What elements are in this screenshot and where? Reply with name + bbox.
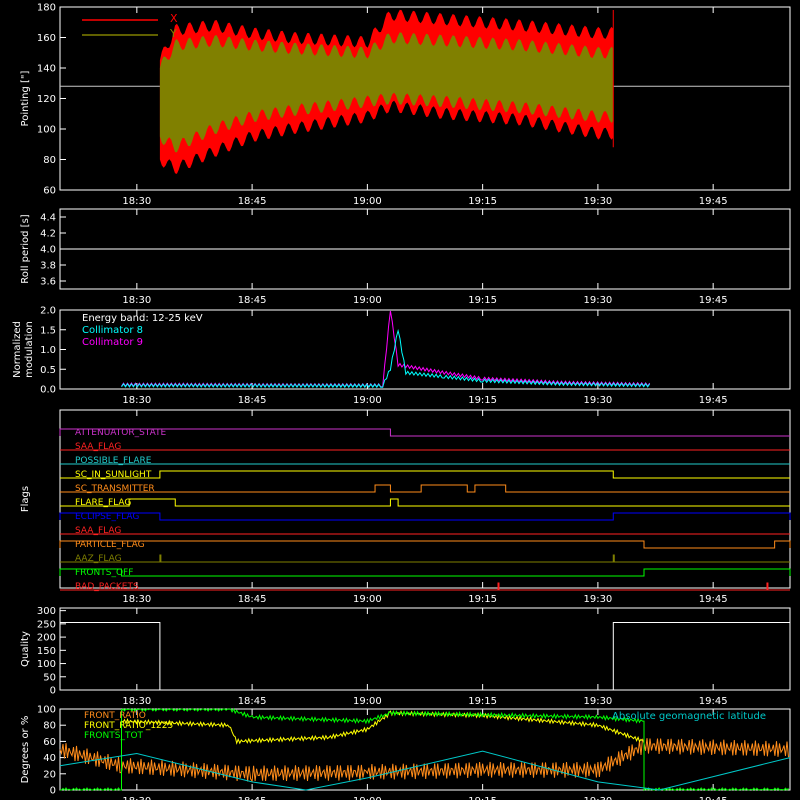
x-tick-label: 19:00 bbox=[353, 594, 382, 605]
x-tick-label: 19:00 bbox=[353, 196, 382, 207]
y-tick-label: 1.5 bbox=[40, 325, 56, 336]
front-ratio-line bbox=[59, 738, 789, 783]
flag-trace bbox=[59, 428, 790, 437]
y-tick-label: 60 bbox=[43, 737, 56, 748]
x-tick-label: 19:15 bbox=[468, 196, 497, 207]
rhessi-summary-chart: 18:30 18:45 19:00 19:15 19:30 19:45 60 80 100 120… bbox=[0, 0, 800, 800]
y-axis-label: Quality bbox=[20, 631, 31, 667]
y-axis-label: Pointing ["] bbox=[20, 70, 31, 126]
y-tick-label: 100 bbox=[37, 125, 56, 136]
y-tick-label: 180 bbox=[37, 3, 56, 14]
x-tick-label: 19:30 bbox=[583, 594, 612, 605]
flag-trace bbox=[59, 512, 791, 521]
legend-latitude: Absolute geomagnetic latitude bbox=[612, 711, 766, 722]
x-tick-label: 19:30 bbox=[583, 395, 612, 406]
x-tick-label: 18:45 bbox=[238, 796, 267, 800]
flag-trace bbox=[60, 498, 790, 507]
x-tick-label: 19:15 bbox=[468, 696, 497, 707]
y-axis-label: modulation bbox=[24, 321, 35, 378]
y-tick-label: 140 bbox=[37, 64, 56, 75]
x-tick-label: 18:45 bbox=[238, 594, 267, 605]
y-tick-label: 4.4 bbox=[40, 213, 56, 224]
y-tick-label: 3.6 bbox=[40, 277, 56, 288]
x-tick-label: 19:45 bbox=[699, 395, 728, 406]
y-tick-label: 100 bbox=[37, 705, 56, 716]
x-tick-label: 19:00 bbox=[353, 395, 382, 406]
legend-collimator-8: Collimator 8 bbox=[82, 325, 143, 336]
y-tick-label: 80 bbox=[43, 721, 56, 732]
y-tick-label: 3.8 bbox=[40, 261, 56, 272]
x-tick-label: 19:30 bbox=[583, 696, 612, 707]
y-tick-label: 0.5 bbox=[40, 365, 56, 376]
y-tick-label: 60 bbox=[43, 186, 56, 197]
y-tick-label: 4.2 bbox=[40, 229, 56, 240]
y-axis-label: Flags bbox=[20, 486, 31, 512]
x-tick-label: 19:15 bbox=[468, 594, 497, 605]
x-tick-label: 19:45 bbox=[699, 696, 728, 707]
y-tick-label: 20 bbox=[43, 769, 56, 780]
x-tick-label: 18:45 bbox=[238, 696, 267, 707]
x-tick-label: 19:45 bbox=[699, 594, 728, 605]
x-tick-label: 19:00 bbox=[353, 295, 382, 306]
x-tick-label: 19:15 bbox=[468, 395, 497, 406]
chart-canvas: 18:30 18:45 19:00 19:15 19:30 19:45 60 80 100 120… bbox=[12, 3, 791, 800]
legend-x-label: X bbox=[170, 12, 178, 25]
y-tick-label: 0 bbox=[50, 686, 56, 697]
y-tick-label: 4.0 bbox=[40, 245, 56, 256]
y-tick-label: 120 bbox=[37, 94, 56, 105]
x-tick-label: 18:30 bbox=[122, 594, 151, 605]
legend-fronts-tot: FRONTS_TOT bbox=[84, 731, 144, 741]
flag-trace bbox=[60, 554, 790, 563]
y-tick-label: 0.0 bbox=[40, 385, 56, 396]
x-tick-label: 19:45 bbox=[699, 295, 728, 306]
flag-trace bbox=[60, 470, 790, 479]
legend-y-label: Y bbox=[169, 27, 177, 40]
x-tick-label: 18:30 bbox=[122, 395, 151, 406]
x-tick-label: 18:30 bbox=[122, 696, 151, 707]
quality-line bbox=[60, 622, 790, 691]
y-tick-label: 1.0 bbox=[40, 345, 56, 356]
x-tick-label: 19:30 bbox=[583, 196, 612, 207]
x-tick-label: 19:45 bbox=[699, 796, 728, 800]
y-tick-label: 150 bbox=[37, 646, 56, 657]
x-tick-label: 18:45 bbox=[238, 395, 267, 406]
x-tick-label: 18:30 bbox=[122, 295, 151, 306]
legend-collimator-9: Collimator 9 bbox=[82, 337, 143, 348]
x-tick-label: 19:00 bbox=[353, 696, 382, 707]
y-axis-label: Roll period [s] bbox=[20, 214, 31, 283]
x-tick-label: 19:15 bbox=[468, 796, 497, 800]
y-axis-label: Normalized bbox=[12, 321, 23, 378]
legend-front-ratio: FRONT_RATIO bbox=[84, 711, 146, 721]
y-axis-label: Degrees or % bbox=[20, 716, 31, 784]
x-tick-label: 19:45 bbox=[699, 196, 728, 207]
y-tick-label: 2.0 bbox=[40, 306, 56, 317]
y-tick-label: 300 bbox=[37, 606, 56, 617]
x-tick-label: 19:30 bbox=[583, 295, 612, 306]
x-tick-label: 18:45 bbox=[238, 295, 267, 306]
flag-trace bbox=[59, 568, 791, 577]
flag-trace bbox=[60, 484, 790, 493]
x-tick-label: 19:15 bbox=[468, 295, 497, 306]
legend-front-ratio-1225: FRONT_RATIO_1225 bbox=[84, 721, 173, 731]
y-tick-label: 0 bbox=[50, 786, 56, 797]
y-tick-label: 200 bbox=[37, 633, 56, 644]
x-tick-label: 18:45 bbox=[238, 196, 267, 207]
y-tick-label: 50 bbox=[43, 672, 56, 683]
y-tick-label: 250 bbox=[37, 619, 56, 630]
legend-energy-band: Energy band: 12-25 keV bbox=[82, 313, 203, 324]
x-tick-label: 18:30 bbox=[122, 196, 151, 207]
flag-trace bbox=[60, 582, 790, 591]
y-tick-label: 100 bbox=[37, 659, 56, 670]
panel-frame bbox=[59, 607, 791, 691]
x-tick-label: 19:30 bbox=[583, 796, 612, 800]
x-tick-label: 18:30 bbox=[122, 796, 151, 800]
y-tick-label: 40 bbox=[43, 753, 56, 764]
x-tick-label: 19:00 bbox=[353, 796, 382, 800]
flag-trace bbox=[59, 540, 791, 549]
y-tick-label: 160 bbox=[37, 33, 56, 44]
y-tick-label: 80 bbox=[43, 155, 56, 166]
